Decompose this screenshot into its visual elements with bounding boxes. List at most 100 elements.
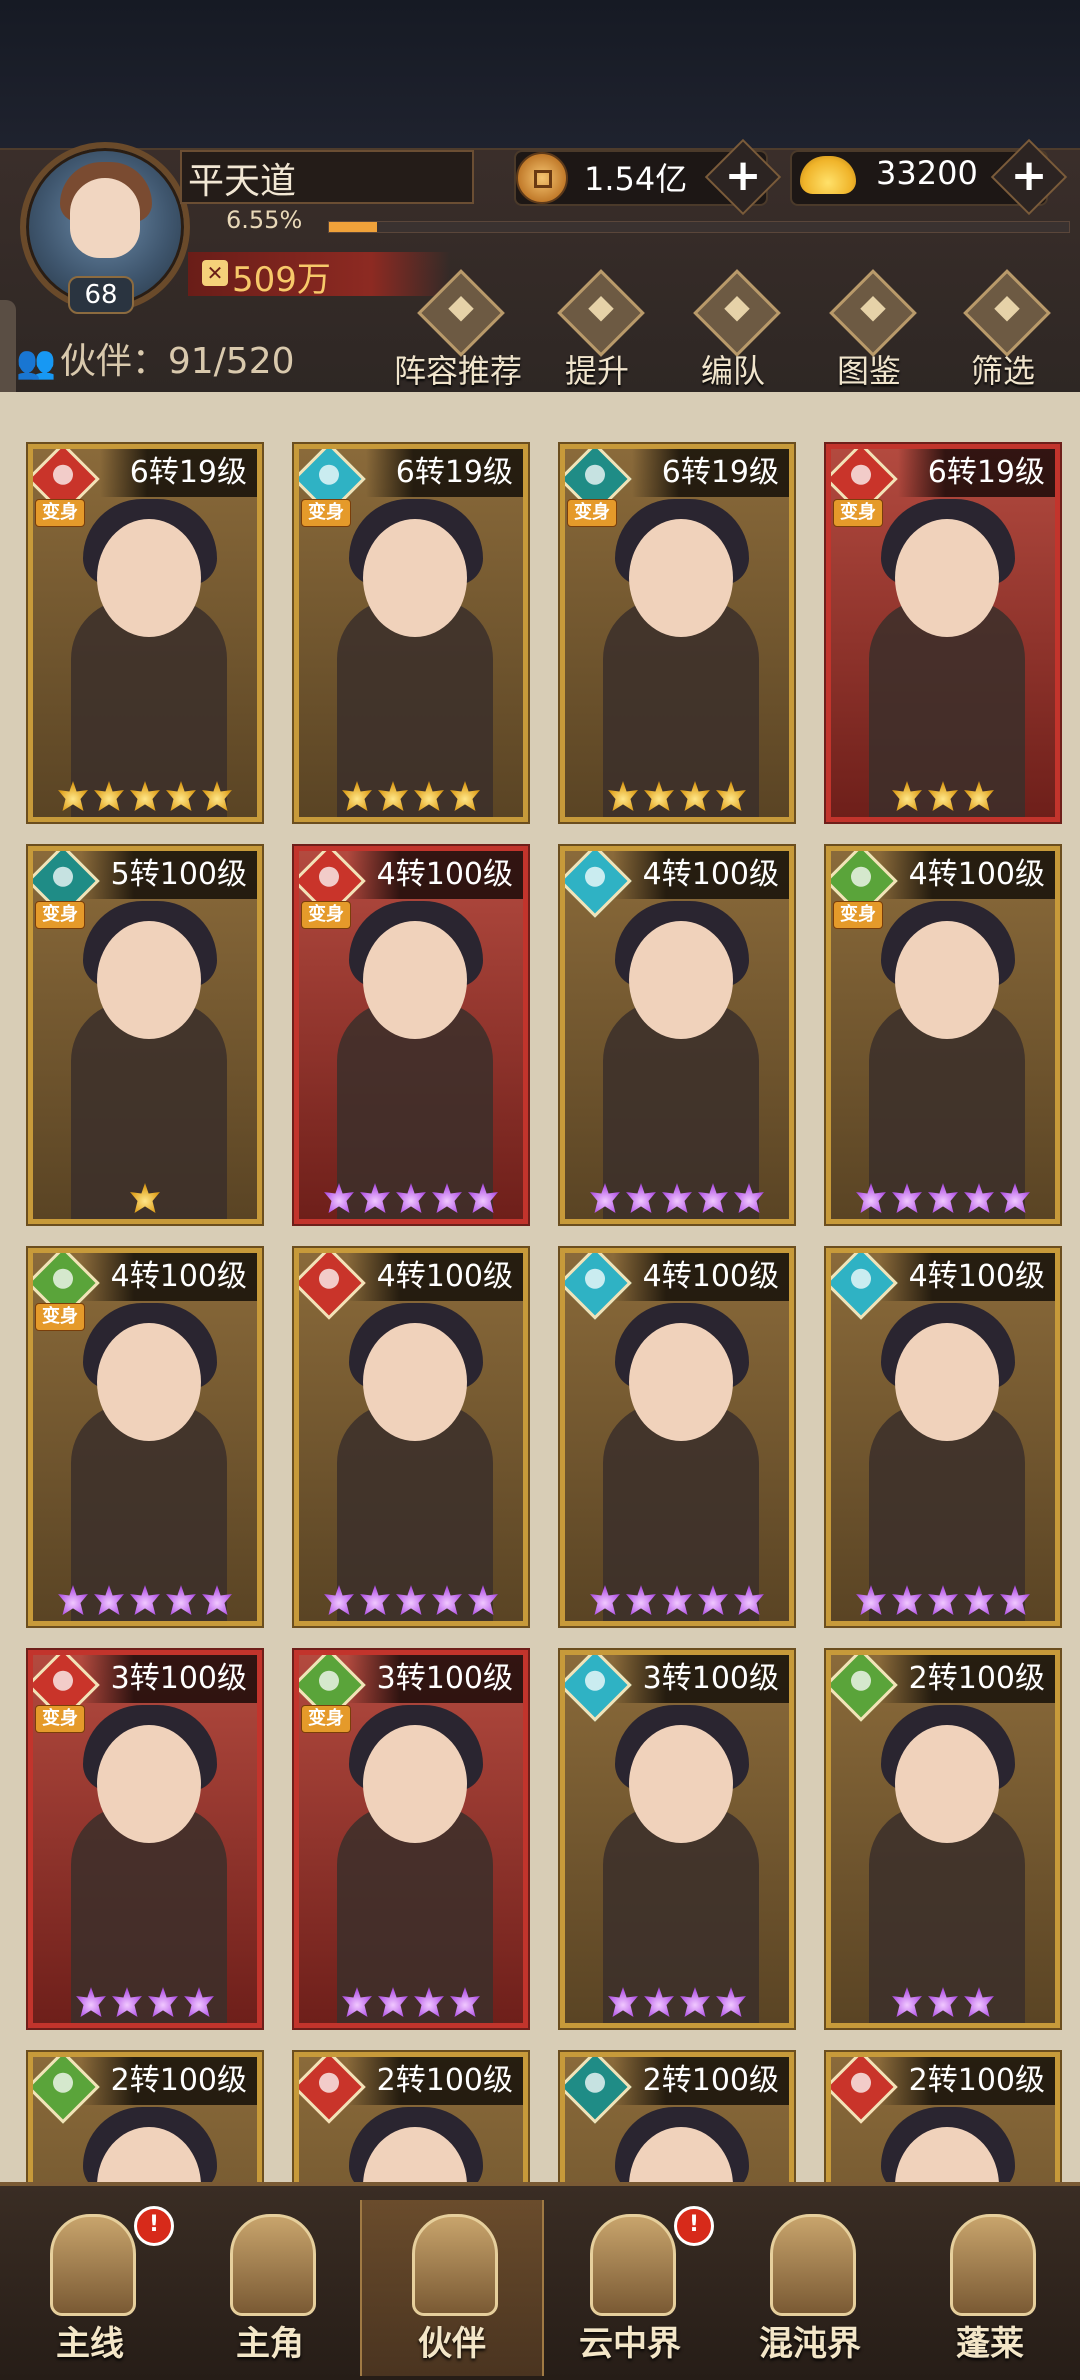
star-rating (299, 1183, 523, 1213)
codex-button[interactable]: 图鉴 (804, 269, 934, 392)
star-icon (202, 781, 232, 811)
star-rating (831, 1585, 1055, 1615)
character-portrait (363, 519, 467, 637)
plus-icon: + (724, 150, 762, 201)
partner-card[interactable]: 2转100级 (28, 2052, 262, 2182)
star-icon (1000, 1183, 1030, 1213)
nav-label: 蓬莱 (956, 2324, 1024, 2364)
nav-label: 主线 (56, 2324, 124, 2364)
partner-count: 👥 伙伴：91/520 (16, 332, 295, 384)
partner-card[interactable]: 6转19级 变身 (560, 444, 794, 822)
partner-card[interactable]: 2转100级 (294, 2052, 528, 2182)
gold-ingot-icon (800, 156, 856, 194)
transform-badge: 变身 (35, 1705, 85, 1733)
star-icon (414, 1987, 444, 2017)
partner-card[interactable]: 3转100级 变身 (28, 1650, 262, 2028)
partner-level: 6转19级 (897, 449, 1055, 497)
player-level: 68 (68, 276, 134, 314)
copper-coin-value: 1.54亿 (584, 160, 688, 198)
partner-card[interactable]: 3转100级 (560, 1650, 794, 2028)
star-rating (299, 1585, 523, 1615)
partner-card[interactable]: 2转100级 (826, 1650, 1060, 2028)
star-icon (928, 781, 958, 811)
star-icon (414, 781, 444, 811)
exp-bar (328, 221, 1070, 233)
transform-badge: 变身 (35, 499, 85, 527)
star-rating (33, 1987, 257, 2017)
star-icon (644, 781, 674, 811)
star-icon (396, 1183, 426, 1213)
gold-ingot-value: 33200 (876, 154, 978, 192)
partner-icon (412, 2214, 498, 2316)
nav-chaos-realm[interactable]: 混沌界 (720, 2200, 900, 2376)
star-rating (565, 1987, 789, 2017)
lineup-recommend-button[interactable]: 阵容推荐 (388, 269, 528, 392)
nav-partner[interactable]: 伙伴 (360, 2200, 544, 2376)
star-icon (734, 1585, 764, 1615)
star-icon (58, 1585, 88, 1615)
partner-card[interactable]: 4转100级 (560, 1248, 794, 1626)
star-icon (342, 781, 372, 811)
star-rating (831, 1183, 1055, 1213)
partner-card[interactable]: 4转100级 (294, 1248, 528, 1626)
partner-level: 4转100级 (612, 1253, 789, 1301)
partner-count-label: 伙伴： (59, 341, 168, 382)
character-portrait (97, 1725, 201, 1843)
exp-bar-fill (329, 222, 378, 232)
nav-label: 混沌界 (759, 2324, 861, 2364)
nav-penglai[interactable]: 蓬莱 (900, 2200, 1080, 2376)
star-icon (680, 1987, 710, 2017)
partner-level: 4转100级 (346, 1253, 523, 1301)
partner-card[interactable]: 2转100级 (826, 2052, 1060, 2182)
star-icon (166, 781, 196, 811)
character-portrait (895, 1323, 999, 1441)
star-rating (565, 1183, 789, 1213)
partner-card[interactable]: 3转100级 变身 (294, 1650, 528, 2028)
star-icon (698, 1585, 728, 1615)
combat-power: 509万 (232, 260, 331, 300)
nav-hero[interactable]: 主角 (180, 2200, 360, 2376)
partner-level: 5转100级 (80, 851, 257, 899)
partner-card[interactable]: 5转100级 变身 (28, 846, 262, 1224)
formation-button[interactable]: 编队 (668, 269, 798, 392)
transform-badge: 变身 (567, 499, 617, 527)
character-portrait (97, 519, 201, 637)
nav-main-quest[interactable]: 主线! (0, 2200, 180, 2376)
partner-card[interactable]: 4转100级 变身 (294, 846, 528, 1224)
filter-button[interactable]: 筛选 (938, 269, 1068, 392)
partner-card-grid[interactable]: 6转19级 变身 6转19级 变身 6转19级 变身 6转19级 变身 5转100级 变身 4转10… (0, 392, 1080, 2182)
nav-label: 伙伴 (418, 2324, 486, 2364)
plus-icon: + (1010, 150, 1048, 201)
partner-level: 3转100级 (612, 1655, 789, 1703)
star-icon (644, 1987, 674, 2017)
partner-card[interactable]: 2转100级 (560, 2052, 794, 2182)
star-icon (450, 781, 480, 811)
star-rating (299, 781, 523, 811)
nav-label: 云中界 (579, 2324, 681, 2364)
partner-card[interactable]: 4转100级 (560, 846, 794, 1224)
nav-cloud-realm[interactable]: 云中界! (540, 2200, 720, 2376)
avatar-face (70, 178, 140, 258)
transform-badge: 变身 (35, 901, 85, 929)
partner-level: 6转19级 (631, 449, 789, 497)
character-portrait (363, 921, 467, 1039)
partner-card[interactable]: 6转19级 变身 (826, 444, 1060, 822)
star-icon (432, 1585, 462, 1615)
partner-card[interactable]: 4转100级 变身 (28, 1248, 262, 1626)
partner-card[interactable]: 4转100级 变身 (826, 846, 1060, 1224)
partner-level: 4转100级 (80, 1253, 257, 1301)
transform-badge: 变身 (301, 1705, 351, 1733)
main-quest-icon (50, 2214, 136, 2316)
player-name: 平天道 (188, 161, 297, 202)
partner-card[interactable]: 6转19级 变身 (28, 444, 262, 822)
transform-badge: 变身 (301, 499, 351, 527)
upgrade-button[interactable]: 提升 (532, 269, 662, 392)
star-icon (76, 1987, 106, 2017)
star-rating (831, 1987, 1055, 2017)
partner-card[interactable]: 6转19级 变身 (294, 444, 528, 822)
star-rating (33, 1585, 257, 1615)
star-icon (130, 1183, 160, 1213)
partner-count-value: 91/520 (167, 341, 295, 382)
partner-card[interactable]: 4转100级 (826, 1248, 1060, 1626)
star-icon (964, 781, 994, 811)
